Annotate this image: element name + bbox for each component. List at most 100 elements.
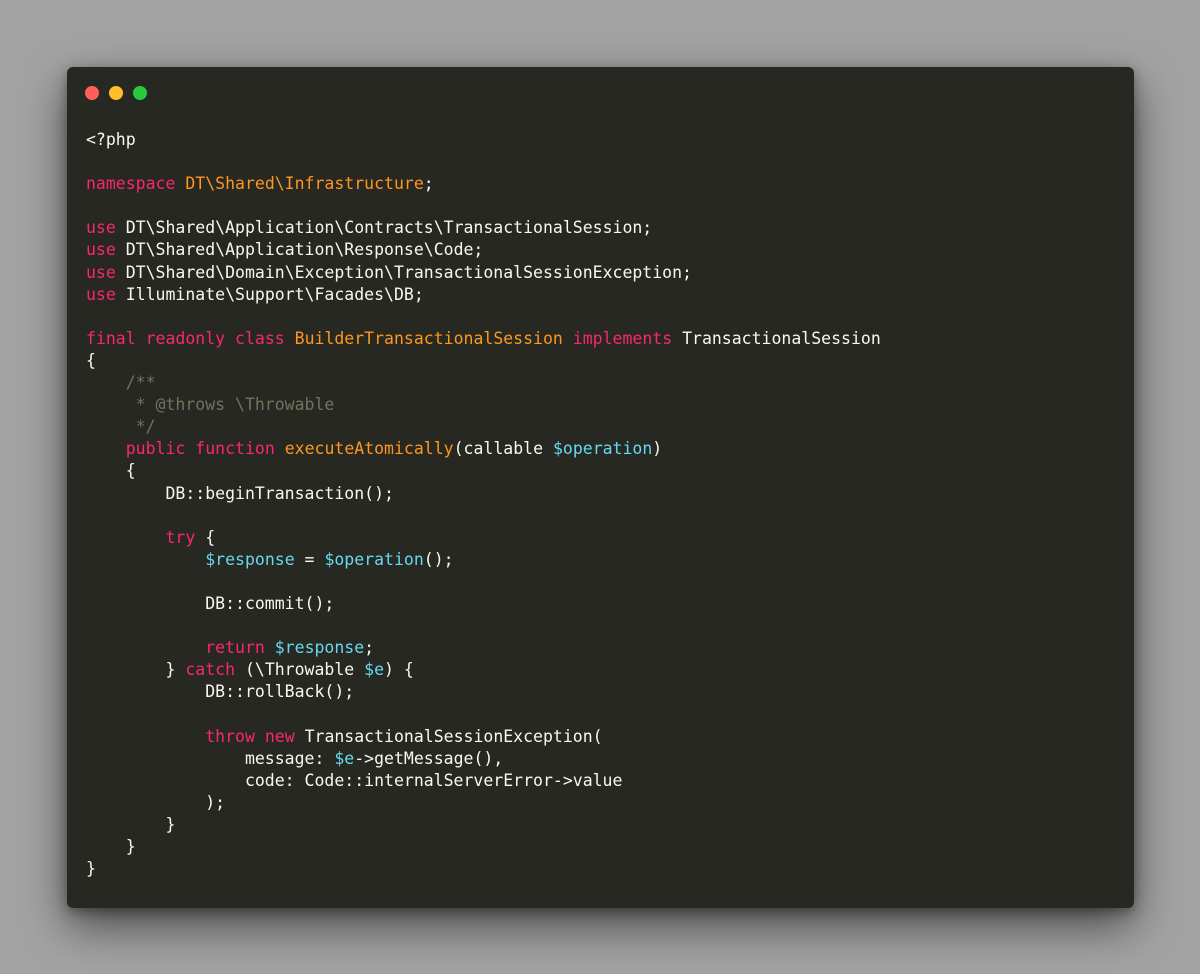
code-token: * @throws \Throwable (135, 395, 335, 415)
code-line: DB::beginTransaction(); (86, 483, 881, 505)
code-token: ); (86, 792, 226, 812)
code-block: <?php namespace DT\Shared\Infrastructure;… (86, 129, 881, 880)
code-line: ); (86, 792, 881, 814)
code-token: DT\Shared\Application\Contracts\Transact… (115, 218, 653, 238)
code-token: TransactionalSessionException( (294, 726, 603, 746)
window-controls (85, 86, 147, 100)
code-token: $response (205, 549, 295, 569)
code-token: (callable (453, 439, 553, 459)
code-line: public function executeAtomically(callab… (86, 438, 881, 460)
code-line: /** (86, 372, 881, 394)
code-token: { (86, 350, 96, 370)
code-token: use (86, 218, 116, 238)
code-token: DB::commit(); (86, 593, 335, 613)
close-button[interactable] (85, 86, 99, 100)
code-line: { (86, 460, 881, 482)
code-line: { (86, 350, 881, 372)
code-token: DT\Shared\Infrastructure (185, 174, 424, 194)
code-token: code: Code::internalServerError->value (86, 770, 623, 790)
code-line: DB::rollBack(); (86, 681, 881, 703)
code-token: BuilderTransactionalSession (294, 328, 563, 348)
code-token: public (125, 439, 186, 459)
code-line: return $response; (86, 637, 881, 659)
code-token: use (86, 240, 116, 260)
code-line: code: Code::internalServerError->value (86, 770, 881, 792)
code-line: * @throws \Throwable (86, 394, 881, 416)
code-token: } (86, 660, 186, 680)
code-token: class (235, 328, 285, 348)
code-line: use DT\Shared\Application\Contracts\Tran… (86, 217, 881, 239)
code-token: ) { (384, 660, 414, 680)
code-line: try { (86, 527, 881, 549)
code-token: /** (125, 373, 156, 393)
code-token: <?php (86, 130, 136, 149)
code-token: namespace (86, 174, 176, 194)
code-token: executeAtomically (284, 439, 454, 459)
code-token: $e (334, 748, 355, 768)
code-line: message: $e->getMessage(), (86, 748, 881, 770)
code-token: ) (652, 439, 663, 459)
code-token: */ (135, 417, 156, 437)
code-window: <?php namespace DT\Shared\Infrastructure;… (67, 67, 1134, 908)
code-line: } (86, 858, 881, 880)
code-token: return (205, 638, 265, 658)
code-line: use DT\Shared\Domain\Exception\Transacti… (86, 262, 881, 284)
code-token: try (165, 527, 196, 547)
code-token: { (86, 461, 136, 481)
code-line: $response = $operation(); (86, 549, 881, 571)
code-token: implements (572, 328, 673, 348)
code-token: catch (185, 660, 236, 680)
code-token: { (195, 527, 216, 547)
code-token: (); (423, 549, 454, 569)
code-token: = (294, 549, 325, 569)
code-line: use DT\Shared\Application\Response\Code; (86, 239, 881, 261)
code-line: use Illuminate\Support\Facades\DB; (86, 284, 881, 306)
code-token: DB::rollBack(); (86, 682, 355, 702)
code-token: DT\Shared\Application\Response\Code; (115, 240, 484, 260)
code-token: function (195, 439, 275, 459)
code-token: $response (274, 638, 365, 658)
code-token: } (86, 859, 96, 879)
code-token: } (86, 814, 176, 834)
code-line: final readonly class BuilderTransactiona… (86, 328, 881, 350)
code-line: <?php (86, 129, 881, 151)
code-token: ; (423, 174, 434, 194)
code-line: DB::commit(); (86, 593, 881, 615)
code-line: throw new TransactionalSessionException( (86, 726, 881, 748)
code-token: use (86, 262, 116, 282)
code-token: ; (364, 638, 375, 658)
code-token: TransactionalSession (672, 328, 881, 348)
code-token: message: (86, 748, 335, 768)
code-line: namespace DT\Shared\Infrastructure; (86, 173, 881, 195)
code-token: DT\Shared\Domain\Exception\Transactional… (115, 262, 692, 282)
code-token: readonly (145, 328, 226, 348)
code-token: new (264, 726, 295, 746)
code-line: } catch (\Throwable $e) { (86, 659, 881, 681)
minimize-button[interactable] (109, 86, 123, 100)
code-token: $operation (324, 549, 424, 569)
maximize-button[interactable] (133, 86, 147, 100)
code-token: ->getMessage(), (354, 748, 504, 768)
code-token: Illuminate\Support\Facades\DB; (115, 284, 424, 304)
code-line: } (86, 814, 881, 836)
